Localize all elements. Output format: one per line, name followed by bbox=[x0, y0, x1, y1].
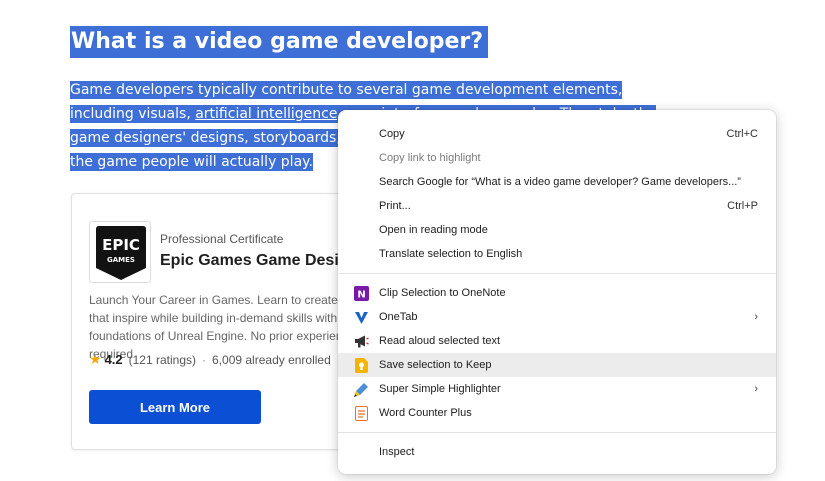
onenote-icon: N bbox=[353, 285, 369, 301]
shortcut-label: Ctrl+C bbox=[726, 128, 758, 140]
menu-item-translate[interactable]: Translate selection to English bbox=[338, 242, 776, 266]
enrolled-count: 6,009 already enrolled bbox=[212, 352, 331, 367]
menu-item-label: Translate selection to English bbox=[379, 248, 523, 260]
separator-dot: · bbox=[202, 352, 207, 367]
context-menu: Copy Ctrl+C Copy link to highlight Searc… bbox=[338, 110, 776, 474]
rating-value: 4.2 bbox=[104, 352, 123, 367]
menu-item-label: Open in reading mode bbox=[379, 224, 488, 236]
menu-item-label: Print... bbox=[379, 200, 411, 212]
menu-item-print[interactable]: Print... Ctrl+P bbox=[338, 194, 776, 218]
menu-item-save-to-keep[interactable]: Save selection to Keep bbox=[338, 353, 776, 377]
chevron-right-icon: › bbox=[754, 311, 758, 323]
word-counter-icon bbox=[353, 405, 369, 421]
menu-item-label: Copy link to highlight bbox=[379, 152, 481, 164]
menu-item-read-aloud[interactable]: Read aloud selected text bbox=[338, 329, 776, 353]
menu-separator bbox=[338, 273, 776, 274]
menu-item-label: Clip Selection to OneNote bbox=[379, 287, 506, 299]
chevron-right-icon: › bbox=[754, 383, 758, 395]
menu-separator bbox=[338, 432, 776, 433]
menu-item-inspect[interactable]: Inspect bbox=[338, 440, 776, 464]
learn-more-button[interactable]: Learn More bbox=[89, 390, 261, 424]
menu-item-label: Search Google for “What is a video game … bbox=[379, 176, 741, 188]
highlighter-icon bbox=[353, 381, 369, 397]
keep-icon bbox=[353, 357, 369, 373]
menu-item-copy[interactable]: Copy Ctrl+C bbox=[338, 122, 776, 146]
page-heading: What is a video game developer? bbox=[70, 26, 489, 58]
menu-item-search-google[interactable]: Search Google for “What is a video game … bbox=[338, 170, 776, 194]
menu-item-word-counter-plus[interactable]: Word Counter Plus bbox=[338, 401, 776, 425]
menu-item-copy-link-to-highlight[interactable]: Copy link to highlight bbox=[338, 146, 776, 170]
menu-item-label: Word Counter Plus bbox=[379, 407, 472, 419]
menu-item-label: Super Simple Highlighter bbox=[379, 383, 501, 395]
menu-item-label: Save selection to Keep bbox=[379, 359, 492, 371]
logo-text-bottom: GAMES bbox=[107, 256, 135, 264]
logo-text-top: EPIC bbox=[102, 236, 140, 254]
megaphone-icon bbox=[353, 333, 369, 349]
menu-item-clip-onenote[interactable]: N Clip Selection to OneNote bbox=[338, 281, 776, 305]
rating-row: ★ 4.2 (121 ratings) · 6,009 already enro… bbox=[89, 351, 331, 368]
menu-item-label: Copy bbox=[379, 128, 405, 140]
shortcut-label: Ctrl+P bbox=[727, 200, 758, 212]
course-title[interactable]: Epic Games Game Design bbox=[160, 252, 358, 270]
menu-item-label: Read aloud selected text bbox=[379, 335, 501, 347]
star-icon: ★ bbox=[89, 351, 102, 367]
onetab-icon bbox=[353, 309, 369, 325]
link-artificial-intelligence[interactable]: artificial intelligence bbox=[195, 105, 338, 123]
menu-item-reading-mode[interactable]: Open in reading mode bbox=[338, 218, 776, 242]
svg-text:N: N bbox=[357, 289, 365, 300]
menu-item-label: Inspect bbox=[379, 446, 415, 458]
menu-item-super-simple-highlighter[interactable]: Super Simple Highlighter › bbox=[338, 377, 776, 401]
menu-item-onetab[interactable]: OneTab › bbox=[338, 305, 776, 329]
epic-games-logo-icon: EPIC GAMES bbox=[96, 226, 146, 280]
ratings-count: (121 ratings) bbox=[128, 352, 197, 367]
epic-games-logo: EPIC GAMES bbox=[89, 221, 151, 283]
course-type: Professional Certificate bbox=[160, 232, 284, 246]
menu-item-label: OneTab bbox=[379, 311, 418, 323]
